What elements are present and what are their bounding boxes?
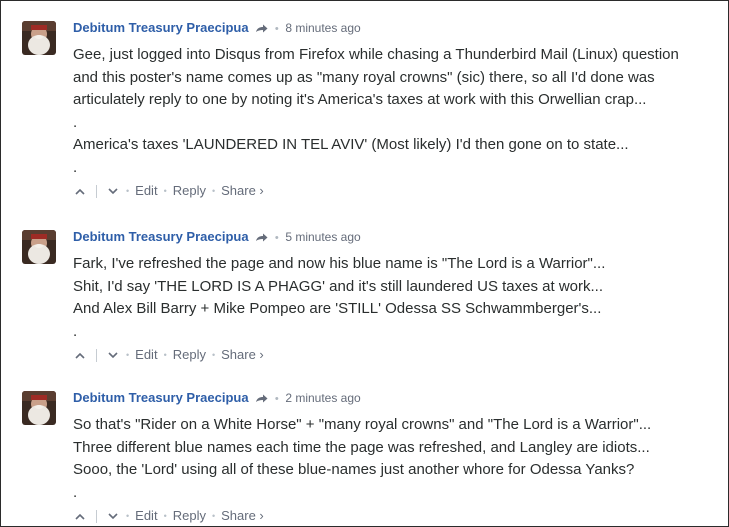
comment-line: . <box>73 113 78 131</box>
timestamp[interactable]: 5 minutes ago <box>285 230 360 244</box>
timestamp[interactable]: 2 minutes ago <box>285 391 360 405</box>
avatar[interactable] <box>22 230 56 264</box>
author-name[interactable]: Debitum Treasury Praecipua <box>73 390 249 405</box>
comment-line: Three different blue names each time the… <box>73 438 650 456</box>
chevron-down-icon[interactable] <box>106 348 120 362</box>
separator-dot: • <box>274 232 279 244</box>
edit-button[interactable]: Edit <box>135 346 157 364</box>
separator-dot: • <box>211 511 216 521</box>
comment-line: . <box>73 483 78 501</box>
comment-line: . <box>73 158 78 176</box>
comment-line: Gee, just logged into Disqus from Firefo… <box>73 46 679 63</box>
comment-footer: • Edit • Reply • Share › <box>73 346 723 364</box>
chevron-down-icon[interactable] <box>106 184 120 198</box>
reply-button[interactable]: Reply <box>173 507 206 525</box>
comment-text: Gee, just logged into Disqus from Firefo… <box>73 44 723 179</box>
vote-divider <box>96 184 97 198</box>
separator-dot: • <box>126 186 130 196</box>
comment-header: Debitum Treasury Praecipua • 5 minutes a… <box>73 228 723 246</box>
author-name[interactable]: Debitum Treasury Praecipua <box>73 229 249 244</box>
share-button[interactable]: Share › <box>221 346 264 364</box>
comment-line: and this poster's name comes up as "many… <box>73 68 655 86</box>
comment-header: Debitum Treasury Praecipua • 2 minutes a… <box>73 389 723 407</box>
arrow-right-icon <box>256 24 268 33</box>
chevron-up-icon[interactable] <box>73 509 87 523</box>
comment-footer: • Edit • Reply • Share › <box>73 507 723 525</box>
separator-dot: • <box>211 186 216 196</box>
comment-line: . <box>73 322 78 340</box>
share-button[interactable]: Share › <box>221 182 264 200</box>
edit-button[interactable]: Edit <box>135 507 157 525</box>
vote-divider <box>96 348 97 362</box>
chevron-down-icon[interactable] <box>106 509 120 523</box>
reply-button[interactable]: Reply <box>173 182 206 200</box>
chevron-up-icon[interactable] <box>73 348 87 362</box>
comment-line: articulately reply to one by noting it's… <box>73 91 647 108</box>
separator-dot: • <box>274 23 279 35</box>
separator-dot: • <box>126 350 130 360</box>
comment-line: And Alex Bill Barry + Mike Pompeo are 'S… <box>73 300 602 317</box>
comment-line: So that's "Rider on a White Horse" + "ma… <box>73 416 652 433</box>
comment-line: Fark, I've refreshed the page and now hi… <box>73 255 606 272</box>
comment-line: Shit, I'd say 'THE LORD IS A PHAGG' and … <box>73 277 603 295</box>
comment-text: Fark, I've refreshed the page and now hi… <box>73 253 723 343</box>
separator-dot: • <box>163 511 167 521</box>
comment-text: So that's "Rider on a White Horse" + "ma… <box>73 414 723 504</box>
comment-header: Debitum Treasury Praecipua • 8 minutes a… <box>73 19 723 37</box>
separator-dot: • <box>163 186 167 196</box>
author-name[interactable]: Debitum Treasury Praecipua <box>73 20 249 35</box>
timestamp[interactable]: 8 minutes ago <box>285 21 360 35</box>
arrow-right-icon <box>256 233 268 242</box>
separator-dot: • <box>126 511 130 521</box>
edit-button[interactable]: Edit <box>135 182 157 200</box>
separator-dot: • <box>211 350 216 360</box>
separator-dot: • <box>163 350 167 360</box>
vote-divider <box>96 509 97 523</box>
avatar[interactable] <box>22 391 56 425</box>
arrow-right-icon <box>256 394 268 403</box>
avatar[interactable] <box>22 21 56 55</box>
comment-line: Sooo, the 'Lord' using all of these blue… <box>73 461 635 478</box>
chevron-up-icon[interactable] <box>73 184 87 198</box>
reply-button[interactable]: Reply <box>173 346 206 364</box>
share-button[interactable]: Share › <box>221 507 264 525</box>
comment-footer: • Edit • Reply • Share › <box>73 182 723 200</box>
comment-thread: Debitum Treasury Praecipua • 8 minutes a… <box>0 0 729 527</box>
separator-dot: • <box>274 393 279 405</box>
comment-line: America's taxes 'LAUNDERED IN TEL AVIV' … <box>73 136 629 153</box>
